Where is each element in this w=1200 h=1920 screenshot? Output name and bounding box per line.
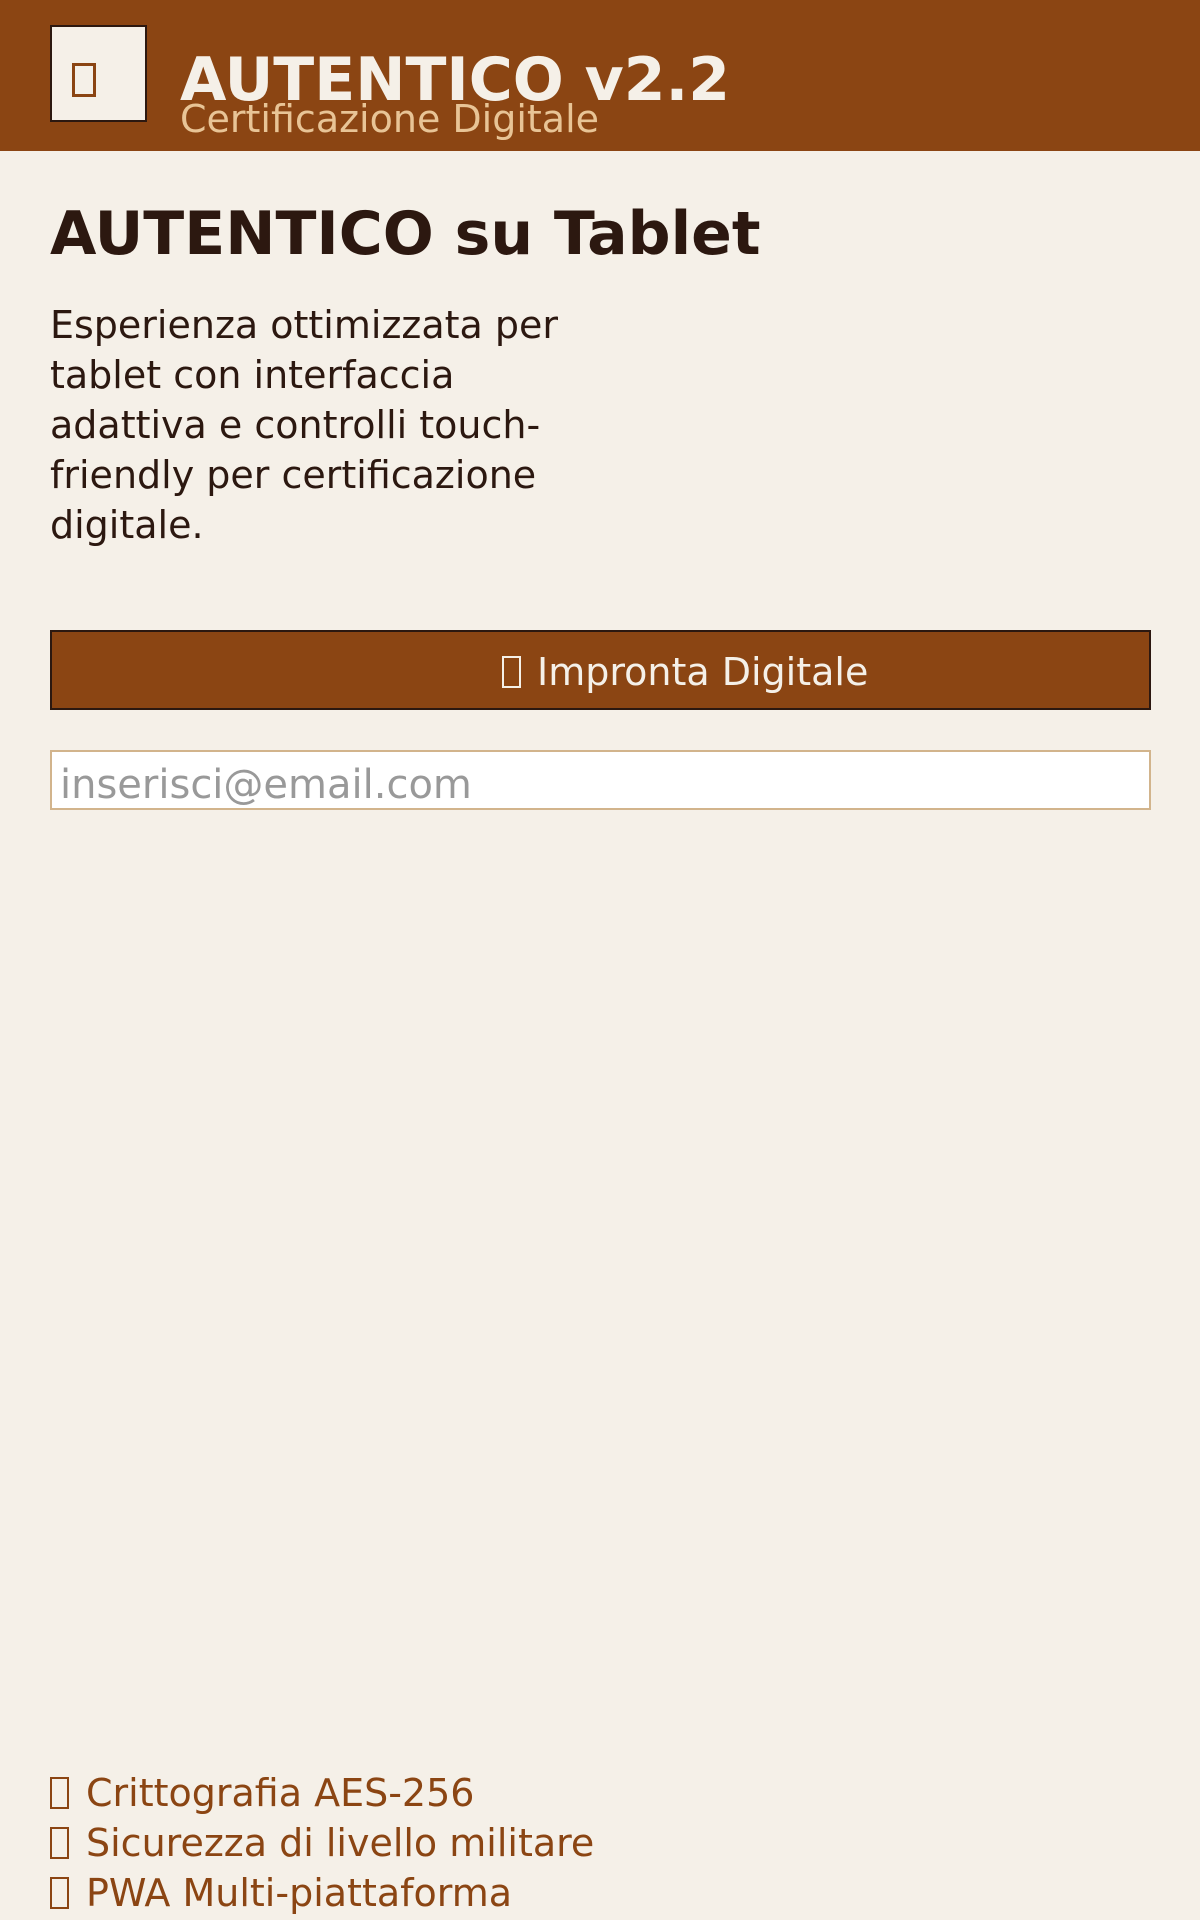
- feature-label: PWA Multi-piattaforma: [86, 1871, 513, 1915]
- fingerprint-button-label: Impronta Digitale: [537, 650, 869, 694]
- shield-icon: [50, 1827, 69, 1859]
- feature-item-encryption: Crittografia AES-256: [50, 1768, 594, 1818]
- feature-list: Crittografia AES-256 Sicurezza di livell…: [50, 1768, 594, 1918]
- app-logo[interactable]: [50, 25, 147, 122]
- devices-icon: [50, 1877, 69, 1909]
- app-header: AUTENTICO v2.2 Certificazione Digitale: [0, 0, 1200, 151]
- feature-label: Sicurezza di livello militare: [86, 1821, 595, 1865]
- feature-label: Crittografia AES-256: [86, 1771, 475, 1815]
- fingerprint-button-content: Impronta Digitale: [502, 650, 868, 694]
- email-input[interactable]: [50, 750, 1151, 810]
- feature-item-pwa: PWA Multi-piattaforma: [50, 1868, 594, 1918]
- page-description: Esperienza ottimizzata per tablet con in…: [50, 303, 559, 547]
- lock-icon: [50, 1777, 69, 1809]
- feature-item-security: Sicurezza di livello militare: [50, 1818, 594, 1868]
- page-title: AUTENTICO su Tablet: [50, 199, 761, 269]
- app-subtitle: Certificazione Digitale: [180, 97, 600, 141]
- fingerprint-icon: [502, 656, 521, 688]
- fingerprint-button[interactable]: Impronta Digitale: [50, 630, 1151, 710]
- shield-icon: [72, 63, 96, 97]
